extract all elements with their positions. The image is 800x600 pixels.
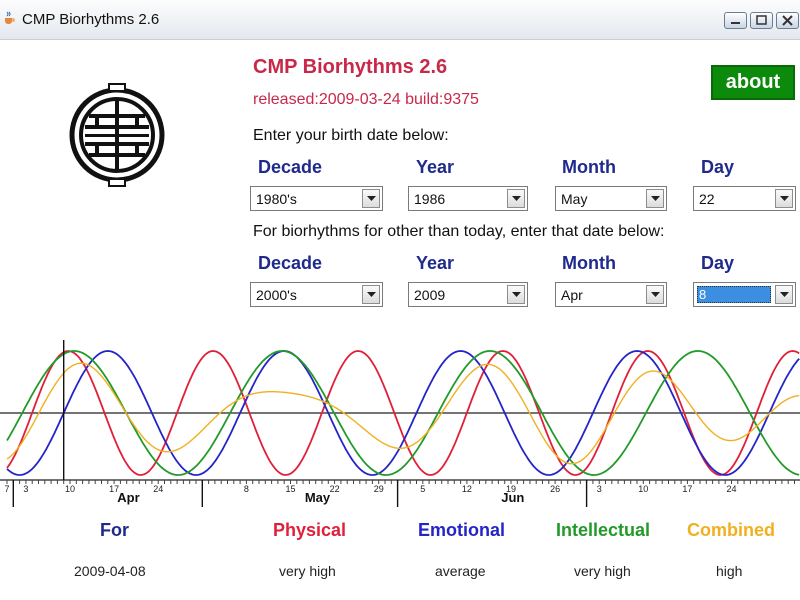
month-label: Apr bbox=[117, 490, 139, 505]
target-decade-value: 2000's bbox=[256, 287, 297, 303]
maximize-icon bbox=[756, 15, 767, 25]
legend-for-label: For bbox=[100, 520, 129, 540]
window-title: CMP Biorhythms 2.6 bbox=[22, 11, 160, 28]
axis-tick-label: 7 bbox=[4, 484, 9, 494]
dropdown-arrow-icon[interactable] bbox=[362, 285, 380, 304]
axis-tick-label: 22 bbox=[330, 484, 340, 494]
birth-decade-label: Decade bbox=[258, 157, 323, 177]
target-month-value: Apr bbox=[561, 287, 583, 303]
axis-tick-label: 29 bbox=[374, 484, 384, 494]
axis-tick-label: 5 bbox=[420, 484, 425, 494]
axis-tick-label: 17 bbox=[682, 484, 692, 494]
legend-intellectual-label: Intellectual bbox=[556, 520, 651, 540]
minimize-button[interactable] bbox=[724, 12, 747, 29]
app-title: CMP Biorhythms 2.6 bbox=[253, 56, 448, 78]
about-button[interactable]: about bbox=[711, 65, 795, 100]
dropdown-arrow-icon[interactable] bbox=[507, 189, 525, 208]
target-year-label: Year bbox=[416, 253, 455, 273]
birth-month-value: May bbox=[561, 191, 588, 207]
birth-day-select[interactable]: 22 bbox=[693, 186, 796, 211]
close-icon bbox=[782, 15, 793, 26]
java-cup-icon bbox=[5, 11, 15, 24]
legend-combined-label: Combined bbox=[687, 520, 775, 540]
axis-tick-label: 26 bbox=[550, 484, 560, 494]
dropdown-arrow-icon[interactable] bbox=[646, 285, 664, 304]
dropdown-arrow-icon[interactable] bbox=[775, 189, 793, 208]
chinese-longevity-logo bbox=[69, 83, 165, 187]
legend-physical-label: Physical bbox=[273, 520, 347, 540]
axis-tick-label: 3 bbox=[597, 484, 602, 494]
dropdown-arrow-icon[interactable] bbox=[646, 189, 664, 208]
release-info: released:2009-03-24 build:9375 bbox=[253, 91, 479, 108]
birth-day-label: Day bbox=[701, 157, 735, 177]
target-day-label: Day bbox=[701, 253, 735, 273]
birth-year-select[interactable]: 1986 bbox=[408, 186, 528, 211]
target-day-value: 8 bbox=[699, 287, 707, 302]
intellectual-value: very high bbox=[574, 563, 631, 579]
month-label: Jun bbox=[501, 490, 524, 505]
axis-tick-label: 10 bbox=[638, 484, 648, 494]
month-label: May bbox=[305, 490, 331, 505]
axis-tick-label: 8 bbox=[244, 484, 249, 494]
emotional-value: average bbox=[435, 563, 486, 579]
dropdown-arrow-icon[interactable] bbox=[775, 285, 793, 304]
target-year-value: 2009 bbox=[414, 287, 446, 303]
title-bar: CMP Biorhythms 2.6 bbox=[0, 0, 800, 40]
axis-tick-label: 24 bbox=[726, 484, 736, 494]
combined-value: high bbox=[716, 563, 743, 579]
axis-tick-label: 12 bbox=[462, 484, 472, 494]
dropdown-arrow-icon[interactable] bbox=[362, 189, 380, 208]
axis-tick-label: 15 bbox=[285, 484, 295, 494]
target-date-prompt: For biorhythms for other than today, ent… bbox=[253, 223, 665, 240]
target-month-select[interactable]: Apr bbox=[555, 282, 667, 307]
selection-highlight bbox=[697, 286, 771, 303]
birth-day-value: 22 bbox=[699, 191, 715, 207]
birth-year-value: 1986 bbox=[414, 191, 446, 207]
axis-tick-label: 3 bbox=[23, 484, 28, 494]
birth-month-select[interactable]: May bbox=[555, 186, 667, 211]
selected-date-value: 2009-04-08 bbox=[74, 563, 146, 579]
legend-emotional-label: Emotional bbox=[418, 520, 506, 540]
target-decade-label: Decade bbox=[258, 253, 323, 273]
close-button[interactable] bbox=[776, 12, 799, 29]
birth-decade-select[interactable]: 1980's bbox=[250, 186, 383, 211]
dropdown-arrow-icon[interactable] bbox=[507, 285, 525, 304]
physical-value: very high bbox=[279, 563, 336, 579]
birth-decade-value: 1980's bbox=[256, 191, 297, 207]
axis-tick-label: 24 bbox=[153, 484, 163, 494]
target-decade-select[interactable]: 2000's bbox=[250, 282, 383, 307]
axis-tick-label: 10 bbox=[65, 484, 75, 494]
birth-date-prompt: Enter your birth date below: bbox=[253, 127, 449, 144]
birth-month-label: Month bbox=[562, 157, 616, 177]
minimize-icon bbox=[731, 22, 740, 24]
target-day-select[interactable]: 8 bbox=[693, 282, 796, 307]
biorhythm-chart: 7 3 10 17 24 8 15 22 29 5 12 19 26 3 10 17 24Apr May Jun bbox=[0, 340, 800, 507]
target-month-label: Month bbox=[562, 253, 616, 273]
target-year-select[interactable]: 2009 bbox=[408, 282, 528, 307]
maximize-button[interactable] bbox=[750, 12, 773, 29]
birth-year-label: Year bbox=[416, 157, 455, 177]
